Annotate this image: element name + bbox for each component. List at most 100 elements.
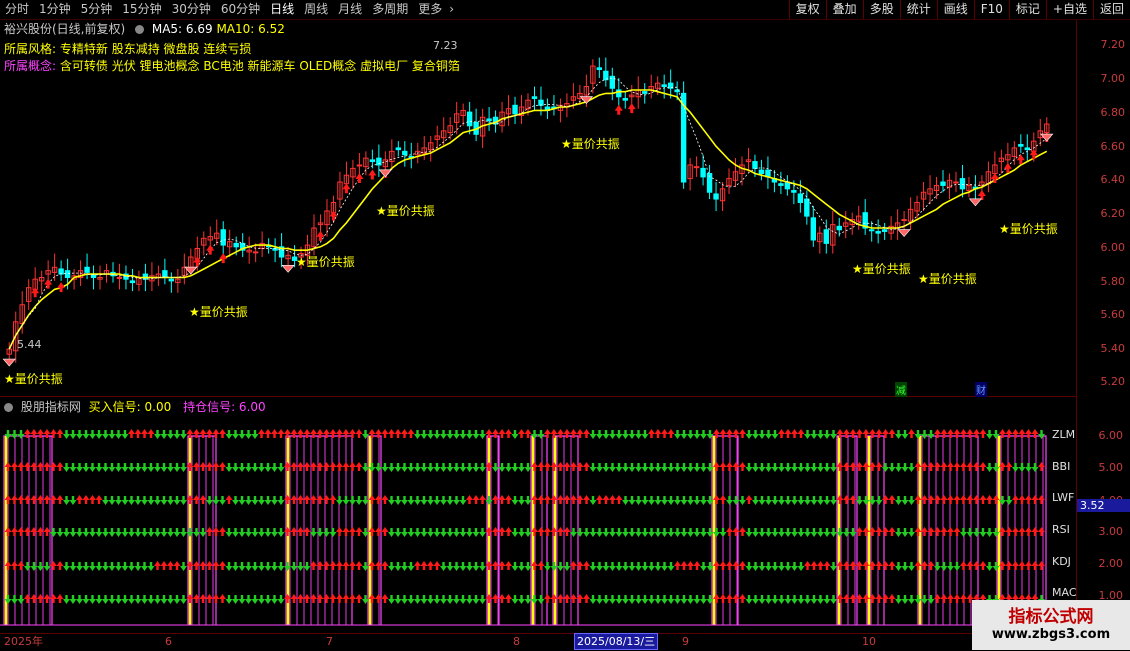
- down-arrow-icon: [1005, 496, 1013, 505]
- down-arrow-icon: [602, 595, 610, 604]
- down-arrow-icon: [641, 528, 649, 537]
- resonance-annotation: ★量价共振: [561, 137, 620, 151]
- down-arrow-icon: [394, 562, 402, 571]
- down-arrow-icon: [901, 430, 909, 439]
- up-arrow-icon: [719, 462, 727, 471]
- down-arrow-icon: [641, 562, 649, 571]
- up-arrow-icon: [381, 561, 389, 570]
- up-arrow-icon: [843, 429, 850, 438]
- up-arrow-icon: [739, 429, 746, 438]
- back-button[interactable]: 返回: [1092, 0, 1130, 19]
- down-arrow-icon: [641, 496, 649, 505]
- up-arrow-icon: [966, 462, 974, 471]
- up-arrow-icon: [1025, 495, 1032, 504]
- down-arrow-icon: [667, 562, 675, 571]
- down-arrow-icon: [583, 528, 590, 537]
- down-arrow-icon: [687, 528, 694, 537]
- down-arrow-icon: [518, 528, 525, 537]
- down-arrow-icon: [602, 463, 610, 472]
- up-arrow-icon: [43, 495, 51, 504]
- down-arrow-icon: [505, 463, 512, 472]
- down-arrow-icon: [784, 595, 792, 604]
- down-arrow-icon: [518, 463, 525, 472]
- down-arrow-icon: [784, 562, 792, 571]
- up-arrow-icon: [303, 495, 311, 504]
- down-arrow-icon: [459, 496, 467, 505]
- down-arrow-icon: [11, 430, 18, 439]
- up-arrow-icon: [342, 429, 350, 438]
- up-arrow-icon: [349, 594, 356, 603]
- indicator-tick: 5.00: [1098, 461, 1124, 474]
- up-arrow-icon: [206, 561, 213, 570]
- down-arrow-icon: [173, 528, 181, 537]
- down-arrow-icon: [908, 528, 915, 537]
- down-arrow-icon: [589, 496, 597, 505]
- up-arrow-icon: [726, 527, 733, 536]
- down-arrow-icon: [394, 528, 402, 537]
- down-arrow-icon: [427, 496, 434, 505]
- up-arrow-icon: [199, 462, 207, 471]
- down-arrow-icon: [635, 595, 642, 604]
- down-arrow-icon: [394, 496, 402, 505]
- down-arrow-icon: [752, 562, 759, 571]
- date-tick: 6: [165, 635, 172, 648]
- up-arrow-icon: [1005, 561, 1013, 570]
- down-arrow-icon: [758, 595, 766, 604]
- indicator-settings-icon[interactable]: [4, 403, 13, 412]
- down-arrow-icon: [95, 463, 103, 472]
- buy-arrow-icon: [977, 190, 986, 201]
- down-arrow-icon: [154, 496, 161, 505]
- price-tick: 7.00: [1100, 72, 1126, 85]
- down-arrow-icon: [115, 496, 122, 505]
- down-arrow-icon: [596, 562, 603, 571]
- up-arrow-icon: [1018, 429, 1026, 438]
- up-arrow-icon: [199, 495, 207, 504]
- down-arrow-icon: [225, 430, 233, 439]
- down-arrow-icon: [108, 496, 116, 505]
- settings-dot-icon[interactable]: [135, 25, 145, 34]
- down-arrow-icon: [609, 463, 616, 472]
- event-reduce-badge[interactable]: 减: [895, 382, 907, 397]
- down-arrow-icon: [810, 430, 818, 439]
- down-arrow-icon: [784, 463, 792, 472]
- down-arrow-icon: [427, 463, 434, 472]
- candle-body: [142, 273, 149, 280]
- down-arrow-icon: [680, 430, 688, 439]
- down-arrow-icon: [687, 595, 694, 604]
- down-arrow-icon: [628, 496, 636, 505]
- up-arrow-icon: [544, 527, 551, 536]
- down-arrow-icon: [277, 595, 285, 604]
- event-finance-badge[interactable]: 财: [975, 382, 987, 397]
- up-arrow-icon: [563, 594, 571, 603]
- down-arrow-icon: [232, 463, 239, 472]
- down-arrow-icon: [154, 430, 161, 439]
- kline-chart[interactable]: [0, 0, 1076, 633]
- down-arrow-icon: [453, 496, 460, 505]
- candle-body: [252, 251, 259, 254]
- down-arrow-icon: [251, 430, 259, 439]
- down-arrow-icon: [427, 430, 434, 439]
- up-arrow-icon: [882, 495, 889, 504]
- down-arrow-icon: [147, 463, 155, 472]
- down-arrow-icon: [674, 496, 681, 505]
- down-arrow-icon: [648, 528, 655, 537]
- price-tick: 5.60: [1100, 308, 1126, 321]
- up-arrow-icon: [953, 594, 961, 603]
- up-arrow-icon: [336, 527, 343, 536]
- down-arrow-icon: [791, 463, 798, 472]
- up-arrow-icon: [154, 561, 161, 570]
- down-arrow-icon: [264, 562, 272, 571]
- down-arrow-icon: [1038, 430, 1045, 439]
- down-arrow-icon: [401, 496, 408, 505]
- down-arrow-icon: [115, 595, 122, 604]
- down-arrow-icon: [986, 430, 993, 439]
- up-arrow-icon: [934, 495, 941, 504]
- up-arrow-icon: [1038, 527, 1045, 536]
- down-arrow-icon: [420, 595, 428, 604]
- down-arrow-icon: [69, 463, 77, 472]
- down-arrow-icon: [115, 562, 122, 571]
- down-arrow-icon: [804, 595, 811, 604]
- down-arrow-icon: [245, 430, 252, 439]
- up-arrow-icon: [82, 495, 90, 504]
- down-arrow-icon: [69, 496, 77, 505]
